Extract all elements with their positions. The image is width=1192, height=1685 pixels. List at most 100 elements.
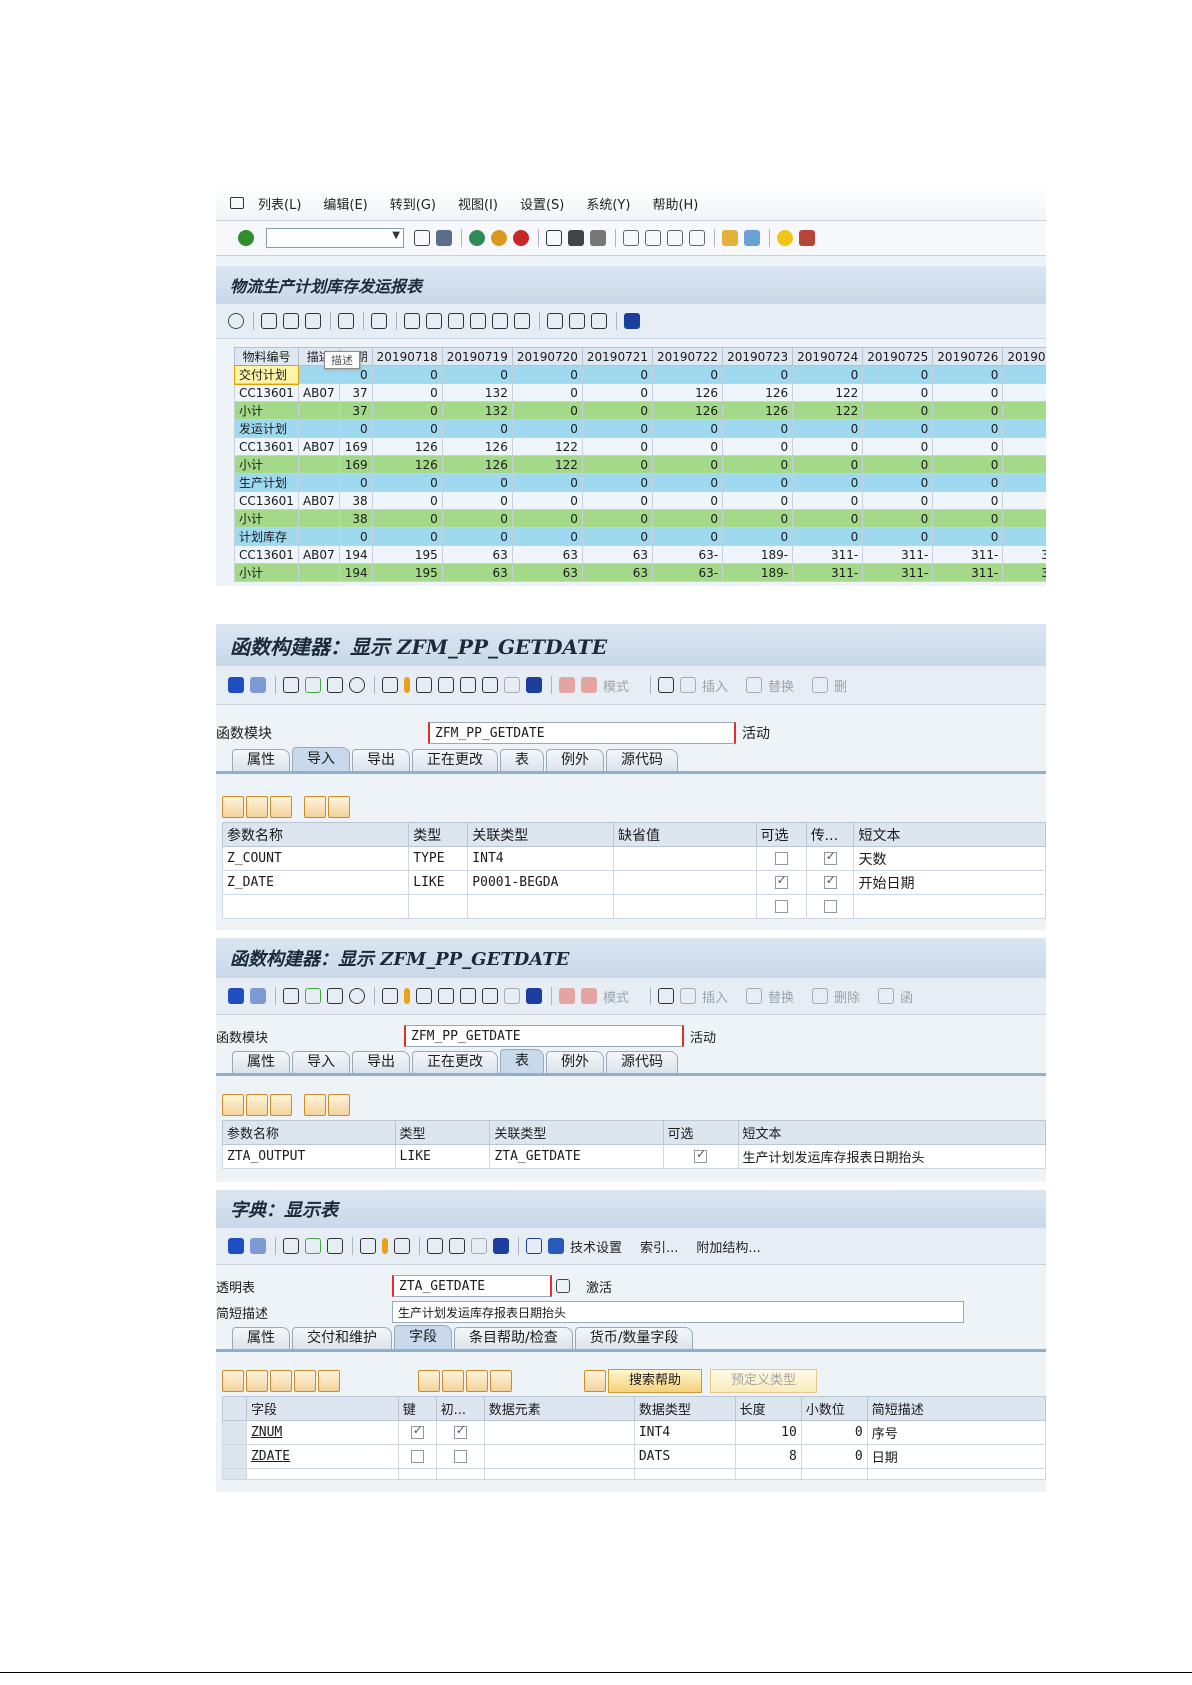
shortcut-icon[interactable]: [744, 230, 760, 246]
check-icon[interactable]: [327, 988, 343, 1004]
active-inactive-icon[interactable]: [305, 1238, 321, 1254]
table-cell[interactable]: 63-: [651, 545, 724, 564]
table-cell[interactable]: 0: [1002, 437, 1046, 456]
info-icon[interactable]: [493, 1238, 509, 1254]
delete-button[interactable]: 删: [834, 676, 847, 695]
empty-cell[interactable]: [612, 894, 757, 919]
info-icon[interactable]: [624, 313, 640, 329]
table-cell[interactable]: 0: [862, 509, 934, 528]
cancel-icon[interactable]: [513, 230, 529, 246]
table-cell[interactable]: 0: [862, 455, 934, 474]
table-name-input[interactable]: ZTA_GETDATE: [392, 1275, 552, 1297]
table-cell[interactable]: 63: [511, 563, 583, 582]
table-cell[interactable]: [297, 509, 340, 528]
paste-icon[interactable]: [270, 1370, 292, 1392]
short-text-cell[interactable]: 生产计划发运库存报表日期抬头: [737, 1144, 1046, 1169]
local-file-icon[interactable]: [492, 313, 508, 329]
table-cell[interactable]: 0: [932, 473, 1004, 492]
empty-cell[interactable]: [221, 894, 410, 919]
delete-row-icon[interactable]: [328, 796, 350, 818]
data-type-cell[interactable]: INT4: [633, 1420, 736, 1445]
table-cell[interactable]: 311-: [792, 545, 864, 564]
table-cell[interactable]: 311-: [932, 545, 1004, 564]
paste-icon[interactable]: [270, 1094, 292, 1116]
empty-checkbox[interactable]: [823, 900, 837, 913]
navigation-window-icon[interactable]: [438, 988, 454, 1004]
find-next-icon[interactable]: [590, 230, 606, 246]
key-checkbox[interactable]: [410, 1423, 424, 1439]
empty-cell[interactable]: [866, 1468, 1046, 1480]
table-cell[interactable]: 0: [1002, 419, 1046, 438]
table-cell[interactable]: 小计: [234, 401, 299, 420]
data-element-cell[interactable]: [483, 1420, 635, 1445]
forward-arrow-icon[interactable]: [250, 1238, 266, 1254]
column-header[interactable]: 20190721: [581, 347, 653, 366]
last-page-icon[interactable]: [689, 230, 705, 246]
table-cell[interactable]: 37: [338, 401, 373, 420]
table-cell[interactable]: 0: [651, 527, 724, 546]
table-cell[interactable]: 132: [441, 383, 513, 402]
word-processing-icon[interactable]: [470, 313, 486, 329]
param-name-cell[interactable]: ZTA_OUTPUT: [222, 1144, 396, 1169]
tab-0[interactable]: 属性: [232, 749, 290, 771]
filter-icon[interactable]: [305, 313, 321, 329]
table-cell[interactable]: [297, 473, 340, 492]
length-cell[interactable]: 10: [734, 1420, 802, 1445]
table-cell[interactable]: CC13601: [234, 491, 299, 510]
table-cell[interactable]: 0: [581, 491, 653, 510]
table-cell[interactable]: 311-: [932, 563, 1004, 582]
spreadsheet-icon[interactable]: [448, 313, 464, 329]
tab-0[interactable]: 属性: [232, 1327, 290, 1349]
display-change-icon[interactable]: [283, 1238, 299, 1254]
table-cell[interactable]: 194: [338, 563, 373, 582]
empty-cell[interactable]: [853, 894, 1046, 919]
tab-6[interactable]: 源代码: [606, 749, 678, 771]
table-cell[interactable]: [297, 419, 340, 438]
copy-icon[interactable]: [246, 1094, 268, 1116]
indexes-button[interactable]: 索引...: [640, 1237, 678, 1256]
table-cell[interactable]: [297, 455, 340, 474]
paste-icon[interactable]: [270, 796, 292, 818]
tab-1[interactable]: 导入: [292, 1051, 350, 1073]
table-cell[interactable]: 0: [581, 437, 653, 456]
ref-type-cell[interactable]: ZTA_GETDATE: [489, 1144, 664, 1169]
tab-1[interactable]: 导入: [292, 747, 350, 771]
back-arrow-icon[interactable]: [228, 988, 244, 1004]
table-cell[interactable]: 122: [792, 383, 864, 402]
table-cell[interactable]: 0: [792, 437, 864, 456]
menu-goto[interactable]: 转到(G): [390, 194, 436, 213]
table-cell[interactable]: 0: [511, 365, 583, 384]
pass-value-checkbox[interactable]: [823, 849, 837, 865]
cut-icon[interactable]: [222, 796, 244, 818]
table-cell[interactable]: 0: [581, 455, 653, 474]
table-cell[interactable]: CC13601: [234, 437, 299, 456]
table-cell[interactable]: 0: [581, 401, 653, 420]
default-cell[interactable]: [612, 870, 757, 895]
table-cell[interactable]: 发运计划: [234, 419, 299, 438]
delete-button[interactable]: 删除: [834, 987, 860, 1006]
table-cell[interactable]: CC13601: [234, 545, 299, 564]
append-structure-button[interactable]: 附加结构...: [696, 1237, 760, 1256]
cut-icon[interactable]: [222, 1094, 244, 1116]
print-icon[interactable]: [546, 230, 562, 246]
optional-checkbox[interactable]: [774, 873, 788, 889]
table-cell[interactable]: 126: [722, 401, 794, 420]
param-name-cell[interactable]: Z_DATE: [221, 870, 410, 895]
table-cell[interactable]: 0: [371, 419, 443, 438]
typing-cell[interactable]: LIKE: [394, 1144, 491, 1169]
table-cell[interactable]: 126: [441, 455, 513, 474]
table-cell[interactable]: 0: [932, 365, 1004, 384]
help-icon[interactable]: [777, 230, 793, 246]
select-block-icon[interactable]: [466, 1370, 488, 1392]
pattern-button[interactable]: 模式: [603, 676, 629, 695]
save-icon[interactable]: [436, 230, 452, 246]
function-module-input[interactable]: ZFM_PP_GETDATE: [428, 722, 736, 744]
table-cell[interactable]: 0: [581, 527, 653, 546]
details-icon[interactable]: [228, 313, 244, 329]
table-cell[interactable]: 0: [722, 527, 794, 546]
pass-value-checkbox[interactable]: [823, 873, 837, 889]
navigation-window-icon[interactable]: [394, 1238, 410, 1254]
table-cell[interactable]: 0: [441, 419, 513, 438]
column-header[interactable]: 20190719: [441, 347, 513, 366]
select-layout-icon[interactable]: [569, 313, 585, 329]
